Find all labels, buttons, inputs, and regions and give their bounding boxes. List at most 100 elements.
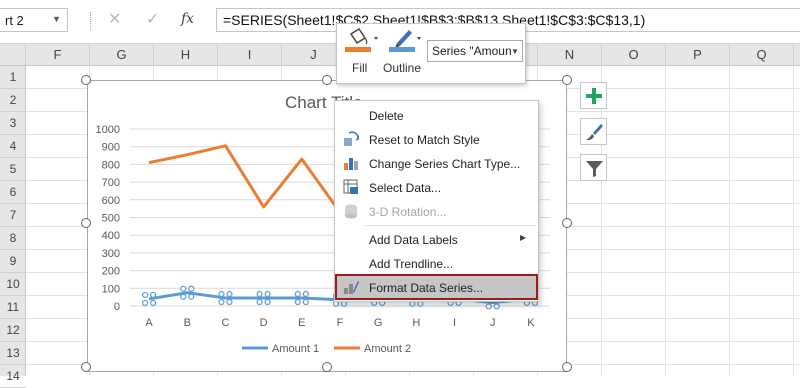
x-tick-label: D [260,317,268,329]
series-point-handle [302,298,309,306]
series-point-handle [188,293,195,300]
series-point-handle [226,298,233,306]
series-select-value: Series "Amoun [432,44,512,58]
reset-style-icon [344,131,359,146]
y-tick-label: 500 [102,213,120,225]
legend-label: Amount 1 [272,343,319,355]
menu-item-add-trendline[interactable]: Add Trendline... [336,251,537,275]
x-tick-label: G [374,317,383,329]
y-tick-label: 1000 [96,124,120,136]
filter-icon [586,161,603,177]
menu-item-delete[interactable]: Delete [336,103,537,127]
resize-handle[interactable] [81,218,91,228]
row-header-cell[interactable]: 6 [0,181,26,204]
row-header-cell[interactable]: 3 [0,112,26,135]
enter-icon[interactable]: ✓ [146,9,159,29]
x-tick-label: E [298,317,305,329]
row-header-cell[interactable]: 11 [0,296,26,319]
brush-icon [586,124,603,141]
outline-pen-icon [389,30,421,52]
menu-item-label: Reset to Match Style [369,133,480,147]
format-series-icon [344,281,359,294]
fill-button[interactable]: Fill [341,26,381,81]
y-tick-label: 100 [102,283,120,295]
x-tick-label: I [453,317,456,329]
row-header-cell[interactable]: 12 [0,319,26,342]
column-header-cell[interactable]: F [26,44,90,66]
x-tick-label: J [490,317,496,329]
resize-handle[interactable] [562,362,572,372]
outline-button[interactable]: Outline [383,26,425,81]
resize-handle[interactable] [322,362,332,372]
column-header-cell[interactable]: G [90,44,154,66]
series-select[interactable]: Series "Amoun [427,40,523,62]
menu-item-label: Select Data... [369,181,442,195]
series-point-handle [218,290,225,298]
row-header-cell[interactable]: 14 [0,365,26,388]
x-tick-label: H [412,317,420,329]
column-header-cell[interactable]: O [602,44,666,66]
y-tick-label: 800 [102,159,120,171]
column-header-cell[interactable]: P [666,44,730,66]
chart-filters-button[interactable] [580,154,607,181]
outline-label: Outline [383,61,422,75]
menu-item-label: Add Trendline... [369,257,454,271]
series-point-handle [332,300,340,307]
chart-elements-button[interactable] [580,82,607,109]
menu-item-add-data-labels[interactable]: Add Data Labels ▶ [336,227,537,251]
resize-handle[interactable] [562,218,572,228]
resize-handle[interactable] [322,75,332,85]
row-header-cell[interactable]: 10 [0,273,26,296]
row-header-cell[interactable]: 7 [0,204,26,227]
row-header-cell[interactable]: 13 [0,342,26,365]
plus-icon [586,88,602,104]
fill-label: Fill [352,61,368,75]
menu-item-label: Delete [369,109,404,123]
chevron-down-icon[interactable]: ▼ [511,47,519,56]
3d-rotation-icon [345,204,357,219]
series-point-handle [485,303,492,310]
row-header-cell[interactable]: 2 [0,89,26,112]
chart-styles-button[interactable] [580,118,607,145]
menu-item-select-data[interactable]: Select Data... [336,175,537,199]
x-tick-label: B [184,317,191,329]
cancel-icon[interactable]: ✕ [108,9,121,29]
row-header-cell[interactable]: 4 [0,135,26,158]
series-point-handle [141,299,149,307]
series-point-handle [256,298,263,306]
column-header-cell[interactable]: Q [730,44,794,66]
row-header-cell[interactable]: 1 [0,66,26,89]
column-header-cell[interactable]: H [154,44,218,66]
chevron-down-icon[interactable]: ▼ [52,14,61,24]
series-point-handle [417,300,424,307]
column-header-cell[interactable]: I [218,44,282,66]
series-point-handle [188,285,195,292]
select-all-corner[interactable] [0,44,26,66]
series-point-handle [264,290,271,298]
legend-label: Amount 2 [364,343,411,355]
series-point-handle [180,293,187,300]
menu-item-3d-rotation: 3-D Rotation... [336,199,537,223]
row-header-cell[interactable]: 5 [0,158,26,181]
row-header-cell[interactable]: 8 [0,227,26,250]
row-header: 1 2 3 4 5 6 7 8 9 10 11 12 13 14 [0,66,26,388]
series-point-handle [226,290,233,298]
series-point-handle [294,298,301,306]
menu-item-format-data-series[interactable]: Format Data Series... [335,274,538,300]
resize-handle[interactable] [81,362,91,372]
resize-handle[interactable] [562,75,572,85]
y-tick-label: 900 [102,142,120,154]
insert-function-icon[interactable]: fx [181,11,194,27]
chart-type-icon [344,158,358,170]
menu-item-label: Change Series Chart Type... [369,157,521,171]
row-header-cell[interactable]: 9 [0,250,26,273]
y-tick-label: 200 [102,266,120,278]
column-header-cell[interactable]: N [538,44,602,66]
series-point-handle [264,298,271,306]
menu-separator [365,225,537,226]
y-tick-label: 600 [102,195,120,207]
menu-item-change-chart-type[interactable]: Change Series Chart Type... [336,151,537,175]
resize-handle[interactable] [81,75,91,85]
menu-item-reset-style[interactable]: Reset to Match Style [336,127,537,151]
series-point-handle [218,298,225,306]
